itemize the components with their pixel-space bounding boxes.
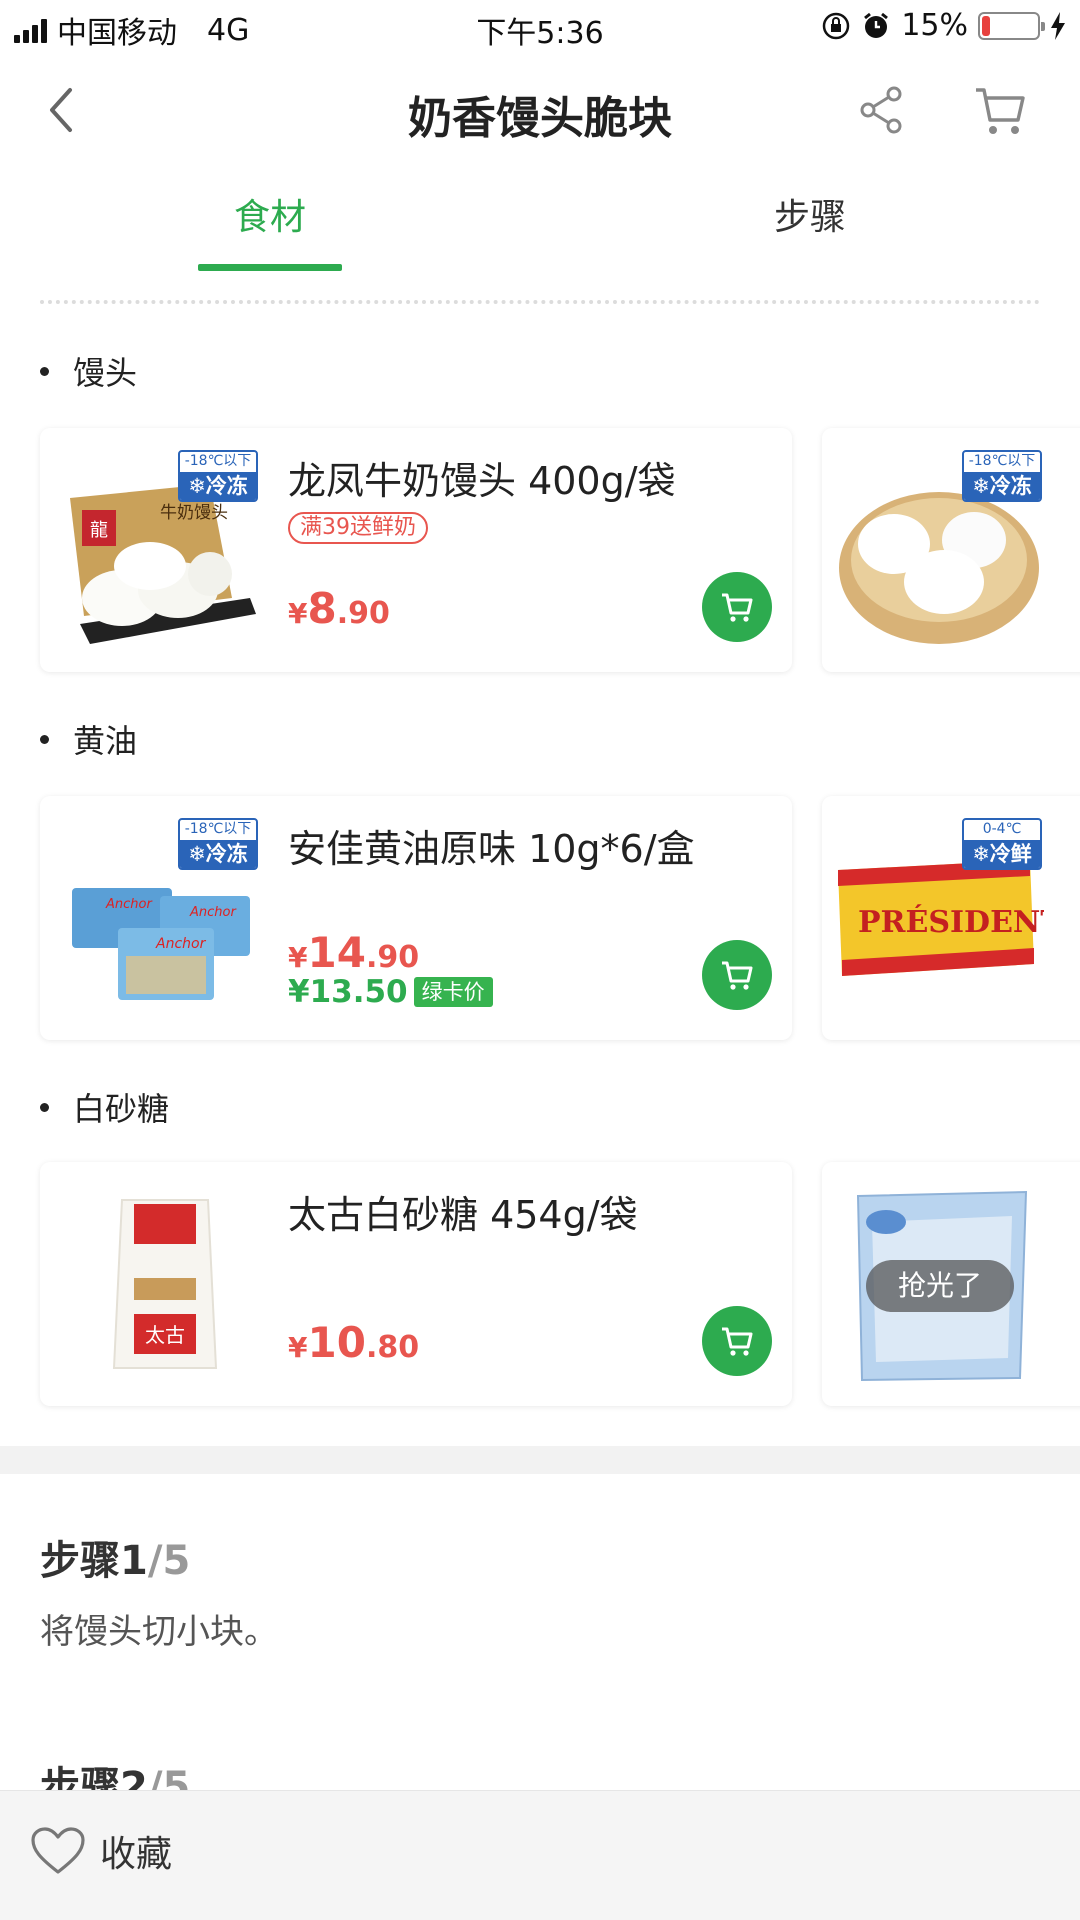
price-integer: 8 bbox=[307, 584, 337, 633]
member-price-tag: 绿卡价 bbox=[413, 977, 493, 1007]
add-to-cart-button[interactable] bbox=[702, 940, 772, 1010]
alarm-icon bbox=[864, 12, 889, 38]
add-to-cart-button[interactable] bbox=[702, 572, 772, 642]
section-separator bbox=[0, 1446, 1080, 1474]
product-card-peek[interactable]: PRÉSIDENT 0-4℃ ❄冷鲜 bbox=[822, 796, 1080, 1040]
rotation-lock-icon bbox=[823, 12, 850, 39]
product-name: 龙凤牛奶馒头 400g/袋 bbox=[288, 459, 676, 503]
frozen-badge: -18℃以下 ❄冷冻 bbox=[962, 450, 1042, 502]
product-card[interactable]: 龍 牛奶馒头 -18℃以下 ❄冷冻 龙凤牛奶馒头 400g/袋 满39送鲜奶 ¥… bbox=[40, 428, 792, 672]
price-integer: 10 bbox=[307, 1318, 366, 1367]
promo-tag: 满39送鲜奶 bbox=[288, 512, 428, 544]
price-integer: 14 bbox=[307, 928, 366, 977]
member-price-value: ¥13.50 bbox=[288, 974, 408, 1010]
price-symbol: ¥ bbox=[288, 941, 308, 974]
product-image-sugar: 太古 bbox=[112, 1199, 218, 1369]
battery-level bbox=[982, 15, 991, 36]
price-symbol: ¥ bbox=[288, 597, 308, 630]
peek-brand-text: PRÉSIDENT bbox=[858, 904, 1044, 940]
tab-active-indicator bbox=[198, 264, 342, 271]
bottom-bar: 收藏 bbox=[0, 1790, 1080, 1920]
share-icon[interactable] bbox=[856, 84, 908, 136]
section-title-text: 白砂糖 bbox=[73, 1090, 170, 1128]
badge-temp: -18℃以下 bbox=[184, 453, 252, 469]
step-label: 步骤 bbox=[40, 1538, 120, 1584]
section-title: 馒头 bbox=[40, 348, 137, 394]
badge-type: ❄冷冻 bbox=[180, 472, 256, 500]
badge-temp: 0-4℃ bbox=[982, 821, 1022, 837]
bullet-icon bbox=[40, 734, 49, 744]
cart-icon[interactable] bbox=[972, 82, 1028, 138]
svg-text:龍: 龍 bbox=[90, 520, 108, 541]
heart-icon bbox=[31, 1827, 85, 1874]
step-number: 1 bbox=[120, 1538, 148, 1584]
sold-out-label: 抢光了 bbox=[866, 1260, 1014, 1312]
product-card[interactable]: Anchor Anchor Anchor -18℃以下 ❄冷冻 安佳黄油原味 1… bbox=[40, 796, 792, 1040]
badge-type: ❄冷鲜 bbox=[964, 840, 1040, 868]
member-price: ¥13.50 绿卡价 bbox=[288, 974, 493, 1010]
svg-text:Anchor: Anchor bbox=[105, 897, 153, 912]
product-price: ¥10.80 bbox=[288, 1318, 419, 1367]
step-total: /5 bbox=[147, 1538, 191, 1584]
badge-type: ❄冷冻 bbox=[964, 472, 1040, 500]
step-description: 将馒头切小块。 bbox=[40, 1612, 278, 1652]
product-card-peek[interactable]: -18℃以下 ❄冷冻 bbox=[822, 428, 1080, 672]
price-decimal: .80 bbox=[365, 1330, 420, 1365]
step-title: 步骤1/5 bbox=[40, 1528, 190, 1586]
charging-icon bbox=[1051, 11, 1065, 40]
bullet-icon bbox=[40, 366, 49, 376]
svg-text:太古: 太古 bbox=[145, 1323, 185, 1347]
frozen-badge: -18℃以下 ❄冷冻 bbox=[178, 450, 258, 502]
frozen-badge: -18℃以下 ❄冷冻 bbox=[178, 818, 258, 870]
page-title: 奶香馒头脆块 bbox=[408, 93, 672, 144]
section-title-text: 馒头 bbox=[73, 354, 138, 392]
favorite-label: 收藏 bbox=[100, 1834, 173, 1875]
status-bar: 中国移动 4G 下午5:36 15% bbox=[0, 0, 1080, 56]
bullet-icon bbox=[40, 1102, 49, 1112]
favorite-button[interactable]: 收藏 bbox=[30, 1825, 172, 1877]
badge-temp: -18℃以下 bbox=[184, 821, 252, 837]
badge-temp: -18℃以下 bbox=[968, 453, 1036, 469]
svg-text:牛奶馒头: 牛奶馒头 bbox=[160, 503, 228, 523]
chilled-badge: 0-4℃ ❄冷鲜 bbox=[962, 818, 1042, 870]
badge-type: ❄冷冻 bbox=[180, 840, 256, 868]
section-title: 黄油 bbox=[40, 716, 137, 762]
price-symbol: ¥ bbox=[288, 1331, 308, 1364]
status-right: 15% bbox=[821, 8, 1066, 43]
battery-icon bbox=[978, 11, 1045, 40]
product-name: 安佳黄油原味 10g*6/盒 bbox=[288, 827, 695, 871]
cart-add-icon bbox=[722, 961, 753, 990]
tab-ingredients[interactable]: 食材 bbox=[170, 188, 370, 240]
svg-text:Anchor: Anchor bbox=[189, 905, 237, 920]
product-card-peek[interactable]: 抢光了 bbox=[822, 1162, 1080, 1406]
price-decimal: .90 bbox=[365, 940, 420, 975]
section-title-text: 黄油 bbox=[73, 722, 138, 760]
nav-bar: 奶香馒头脆块 bbox=[0, 60, 1080, 160]
product-price: ¥8.90 bbox=[288, 584, 390, 633]
product-name: 太古白砂糖 454g/袋 bbox=[288, 1193, 638, 1237]
product-price: ¥14.90 bbox=[288, 928, 419, 977]
svg-text:Anchor: Anchor bbox=[155, 936, 207, 952]
battery-percent: 15% bbox=[901, 8, 968, 43]
cart-add-icon bbox=[722, 593, 753, 622]
price-decimal: .90 bbox=[336, 596, 390, 631]
cart-add-icon bbox=[722, 1327, 753, 1356]
divider bbox=[40, 300, 1040, 304]
tab-steps[interactable]: 步骤 bbox=[710, 188, 910, 240]
product-card[interactable]: 太古 太古白砂糖 454g/袋 ¥10.80 bbox=[40, 1162, 792, 1406]
section-title: 白砂糖 bbox=[40, 1084, 169, 1130]
add-to-cart-button[interactable] bbox=[702, 1306, 772, 1376]
tab-bar: 食材 步骤 bbox=[0, 180, 1080, 276]
